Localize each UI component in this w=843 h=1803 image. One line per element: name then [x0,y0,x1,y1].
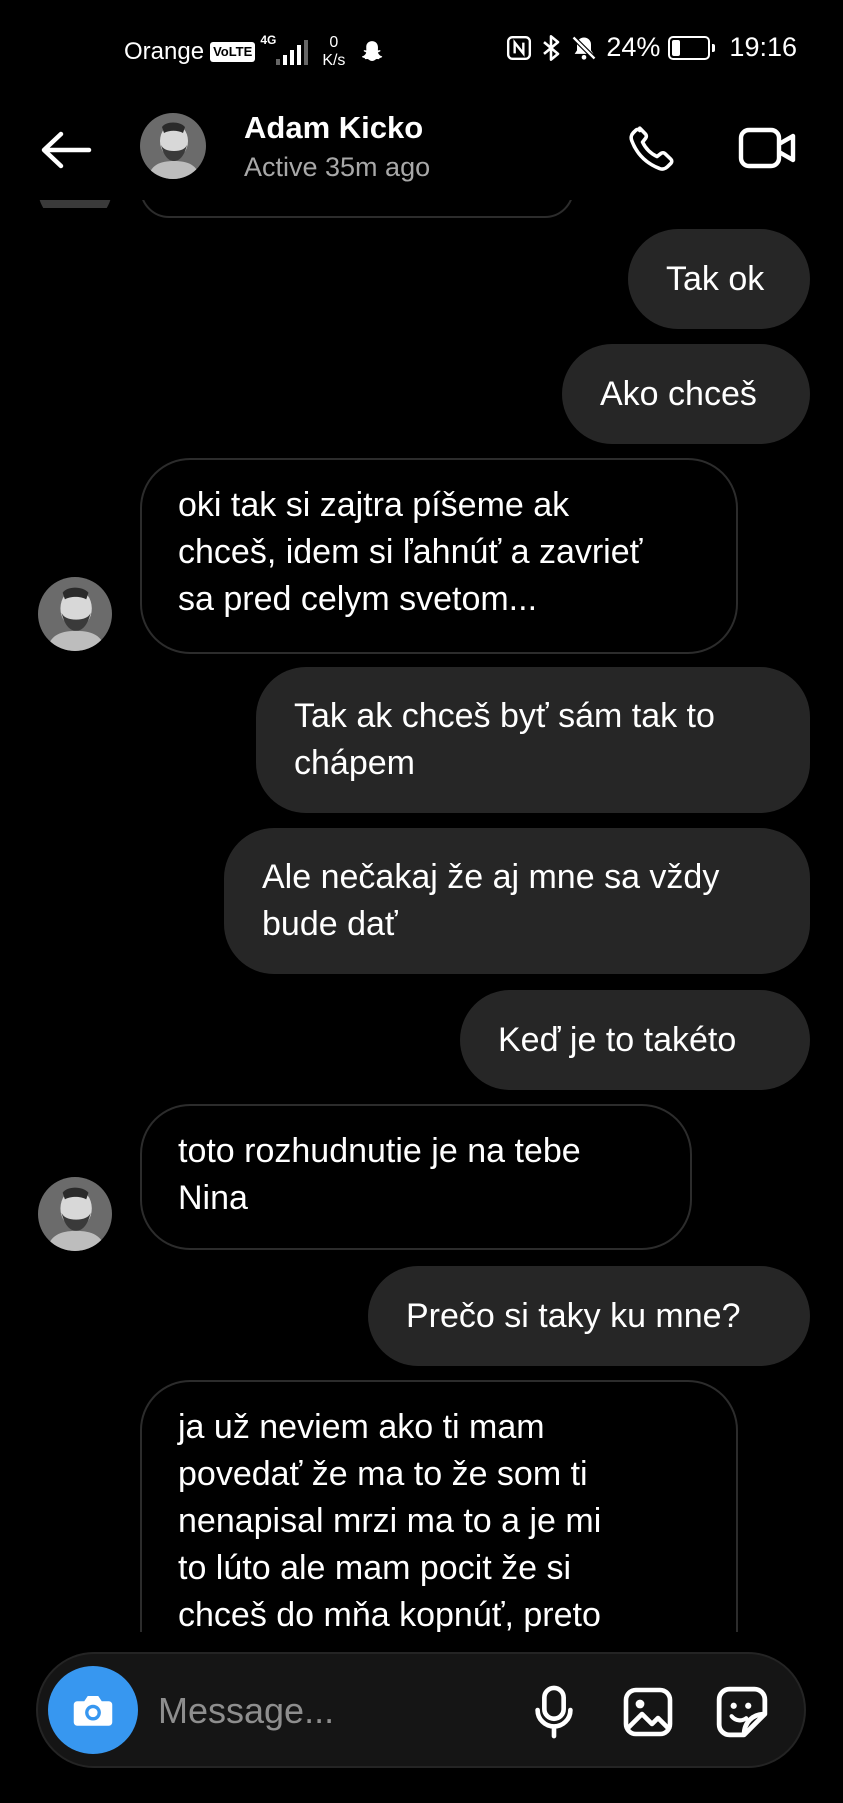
mute-icon [570,34,598,62]
message-incoming[interactable]: toto rozhudnutie je na tebe Nina [140,1104,692,1250]
nfc-icon [506,35,532,61]
gallery-icon [623,1687,673,1737]
message-line: chceš do mňa kopnúť, preto [178,1596,601,1632]
volte-badge: VoLTE [210,42,256,62]
network-speed-value: 0 [329,34,339,51]
contact-name[interactable]: Adam Kicko [244,110,423,146]
message-line: ja už neviem ako ti mam [178,1408,545,1446]
message-line: Tak ak chceš byť sám tak to [294,697,715,735]
sender-avatar[interactable] [38,577,112,651]
microphone-icon [535,1685,573,1739]
sender-avatar[interactable] [38,1177,112,1251]
chat-header: Adam Kicko Active 35m ago [0,100,843,200]
message-incoming[interactable]: oki tak si zajtra píšeme ak chceš, idem … [140,458,738,654]
message-text: Ako chceš [600,374,757,413]
battery-icon [668,35,716,60]
sticker-button[interactable] [710,1680,774,1744]
back-button[interactable] [36,122,96,178]
message-incoming[interactable]: ja už neviem ako ti mam povedať že ma to… [140,1380,738,1632]
message-line: chápem [294,744,415,782]
signal-icon: 4G [260,33,309,65]
video-camera-icon [738,127,796,169]
phone-icon [629,126,674,171]
video-call-button[interactable] [732,116,804,180]
message-text: Keď je to takéto [498,1020,737,1059]
camera-icon [73,1696,113,1726]
message-thread[interactable]: Tak ok Ako chceš oki tak si zajtra píšem… [0,200,843,1632]
message-line: to lúto ale mam pocit že si [178,1549,572,1587]
clock: 19:16 [729,32,797,62]
sender-avatar [38,200,112,208]
battery-percent: 24% [606,32,661,62]
network-speed: 0 K/s [322,34,345,70]
gallery-button[interactable] [616,1680,680,1744]
status-bar: Orange VoLTE 4G 0 K/s 24% 19:16 [0,0,843,100]
voice-message-button[interactable] [524,1680,584,1744]
message-outgoing[interactable]: Prečo si taky ku mne? [368,1266,810,1366]
camera-button[interactable] [48,1666,138,1754]
network-type: 4G [260,33,277,47]
status-bar-left: Orange VoLTE 4G 0 K/s [124,33,385,70]
voice-call-button[interactable] [620,116,684,180]
message-line: bude dať [262,905,398,943]
carrier-label: Orange [124,38,205,65]
message-outgoing[interactable]: Tak ak chceš byť sám tak to chápem [256,667,810,813]
message-composer [36,1652,806,1768]
contact-avatar[interactable] [140,113,206,179]
message-line: sa pred celym svetom... [178,580,538,618]
message-text: Tak ok [666,259,765,298]
message-text: Prečo si taky ku mne? [406,1296,741,1335]
message-outgoing[interactable]: Ako chceš [562,344,810,444]
snapchat-icon [359,39,385,65]
message-outgoing[interactable]: Keď je to takéto [460,990,810,1090]
back-arrow-icon [41,131,92,169]
message-line: chceš, idem si ľahnúť a zavrieť [178,533,643,571]
message-line: nenapisal mrzi ma to a je mi [178,1502,602,1540]
message-line: toto rozhudnutie je na tebe [178,1132,581,1170]
active-status: Active 35m ago [244,152,431,182]
message-line: oki tak si zajtra píšeme ak [178,486,570,524]
message-line: povedať že ma to že som ti [178,1455,588,1493]
message-input[interactable] [156,1678,530,1744]
network-speed-unit: K/s [322,52,346,69]
message-line: Nina [178,1179,248,1217]
previous-message-bubble [140,200,574,218]
message-outgoing[interactable]: Tak ok [628,229,810,329]
message-outgoing[interactable]: Ale nečakaj že aj mne sa vždy bude dať [224,828,810,974]
message-line: Ale nečakaj že aj mne sa vždy [262,858,720,896]
sticker-icon [716,1686,768,1738]
status-bar-right: 24% 19:16 [506,32,797,63]
bluetooth-icon [540,34,562,62]
